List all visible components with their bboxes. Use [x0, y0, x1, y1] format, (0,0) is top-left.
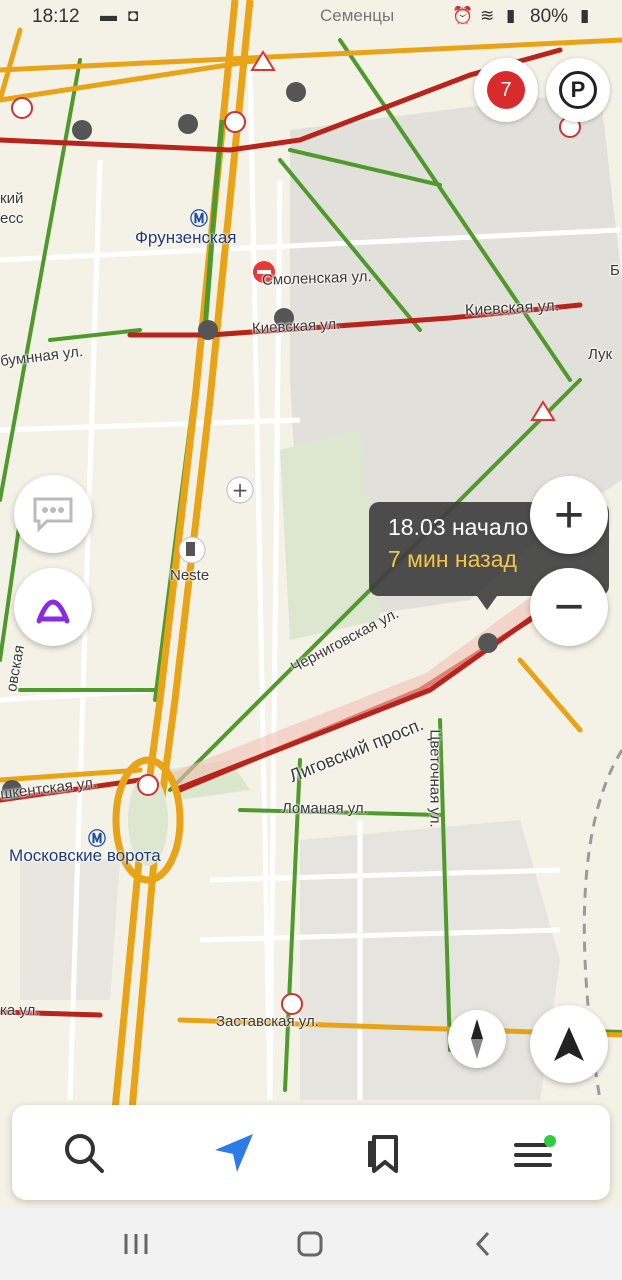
navigator-button[interactable] — [204, 1123, 264, 1183]
plus-icon: + — [553, 486, 585, 544]
event-start-time: 18.03 начало — [388, 514, 529, 540]
alice-assistant-button[interactable] — [14, 568, 92, 646]
system-navigation-bar — [0, 1208, 622, 1280]
svg-text:+: + — [232, 478, 249, 502]
home-icon — [297, 1231, 323, 1257]
compass-icon — [471, 1019, 483, 1059]
battery-icon: ▮ — [580, 6, 590, 25]
bookmarks-button[interactable] — [354, 1123, 414, 1183]
message-icon: ▬ — [100, 6, 117, 25]
chat-bubble-icon — [33, 497, 73, 533]
street-label: Цветочная ул. — [426, 729, 444, 828]
parking-icon: P — [559, 71, 597, 109]
status-time: 18:12 — [32, 6, 80, 27]
metro-station-label[interactable]: Московские ворота — [9, 846, 161, 866]
traffic-score-button[interactable]: 7 — [474, 58, 538, 122]
road-events-chat-button[interactable] — [14, 475, 92, 553]
menu-button[interactable] — [504, 1123, 564, 1183]
place-label: Б — [610, 262, 620, 279]
tooltip-pointer — [477, 596, 497, 610]
navigation-arrow-icon — [215, 1134, 253, 1172]
search-button[interactable] — [54, 1123, 114, 1183]
signal-icon: ▮ — [506, 6, 516, 25]
back-button[interactable] — [464, 1226, 504, 1262]
status-bar: 18:12 ▬ ◘ Семенцы ⏰ ≋ ▮ 80% ▮ — [0, 0, 622, 36]
home-button[interactable] — [290, 1226, 330, 1262]
bookmarks-icon — [368, 1135, 398, 1173]
menu-icon — [514, 1135, 556, 1167]
parking-button[interactable]: P — [546, 58, 610, 122]
location-arrow-icon — [554, 1027, 584, 1061]
wifi-icon: ≋ — [480, 6, 495, 25]
recent-apps-icon — [124, 1234, 148, 1254]
street-label: ка ул. — [0, 1002, 40, 1019]
battery-percent: 80% — [530, 6, 569, 27]
zoom-in-button[interactable]: + — [530, 476, 608, 554]
alarm-icon: ⏰ — [452, 6, 474, 25]
my-location-button[interactable] — [530, 1005, 608, 1083]
street-label: есс — [0, 210, 24, 227]
search-icon — [65, 1134, 104, 1173]
metro-station-label[interactable]: Фрунзенская — [135, 228, 237, 248]
back-icon — [475, 1231, 490, 1257]
zoom-out-button[interactable]: − — [530, 568, 608, 646]
street-label: Ломаная ул. — [282, 800, 368, 817]
street-label: Заставская ул. — [216, 1013, 319, 1030]
compass-button[interactable] — [448, 1010, 506, 1068]
street-label: кий — [0, 190, 24, 207]
traffic-score-badge: 7 — [487, 71, 525, 109]
event-age: 7 мин назад — [388, 546, 517, 572]
gas-station-label[interactable]: Neste — [170, 567, 209, 584]
top-place-label: Семенцы — [320, 6, 395, 25]
minus-icon: − — [553, 578, 585, 636]
recent-apps-button[interactable] — [116, 1226, 156, 1262]
place-label: Лук — [588, 346, 613, 363]
bottom-toolbar — [12, 1105, 610, 1200]
clock-app-icon: ◘ — [128, 6, 139, 25]
map-canvas[interactable]: + — [0, 0, 622, 1280]
alice-icon — [36, 599, 70, 624]
